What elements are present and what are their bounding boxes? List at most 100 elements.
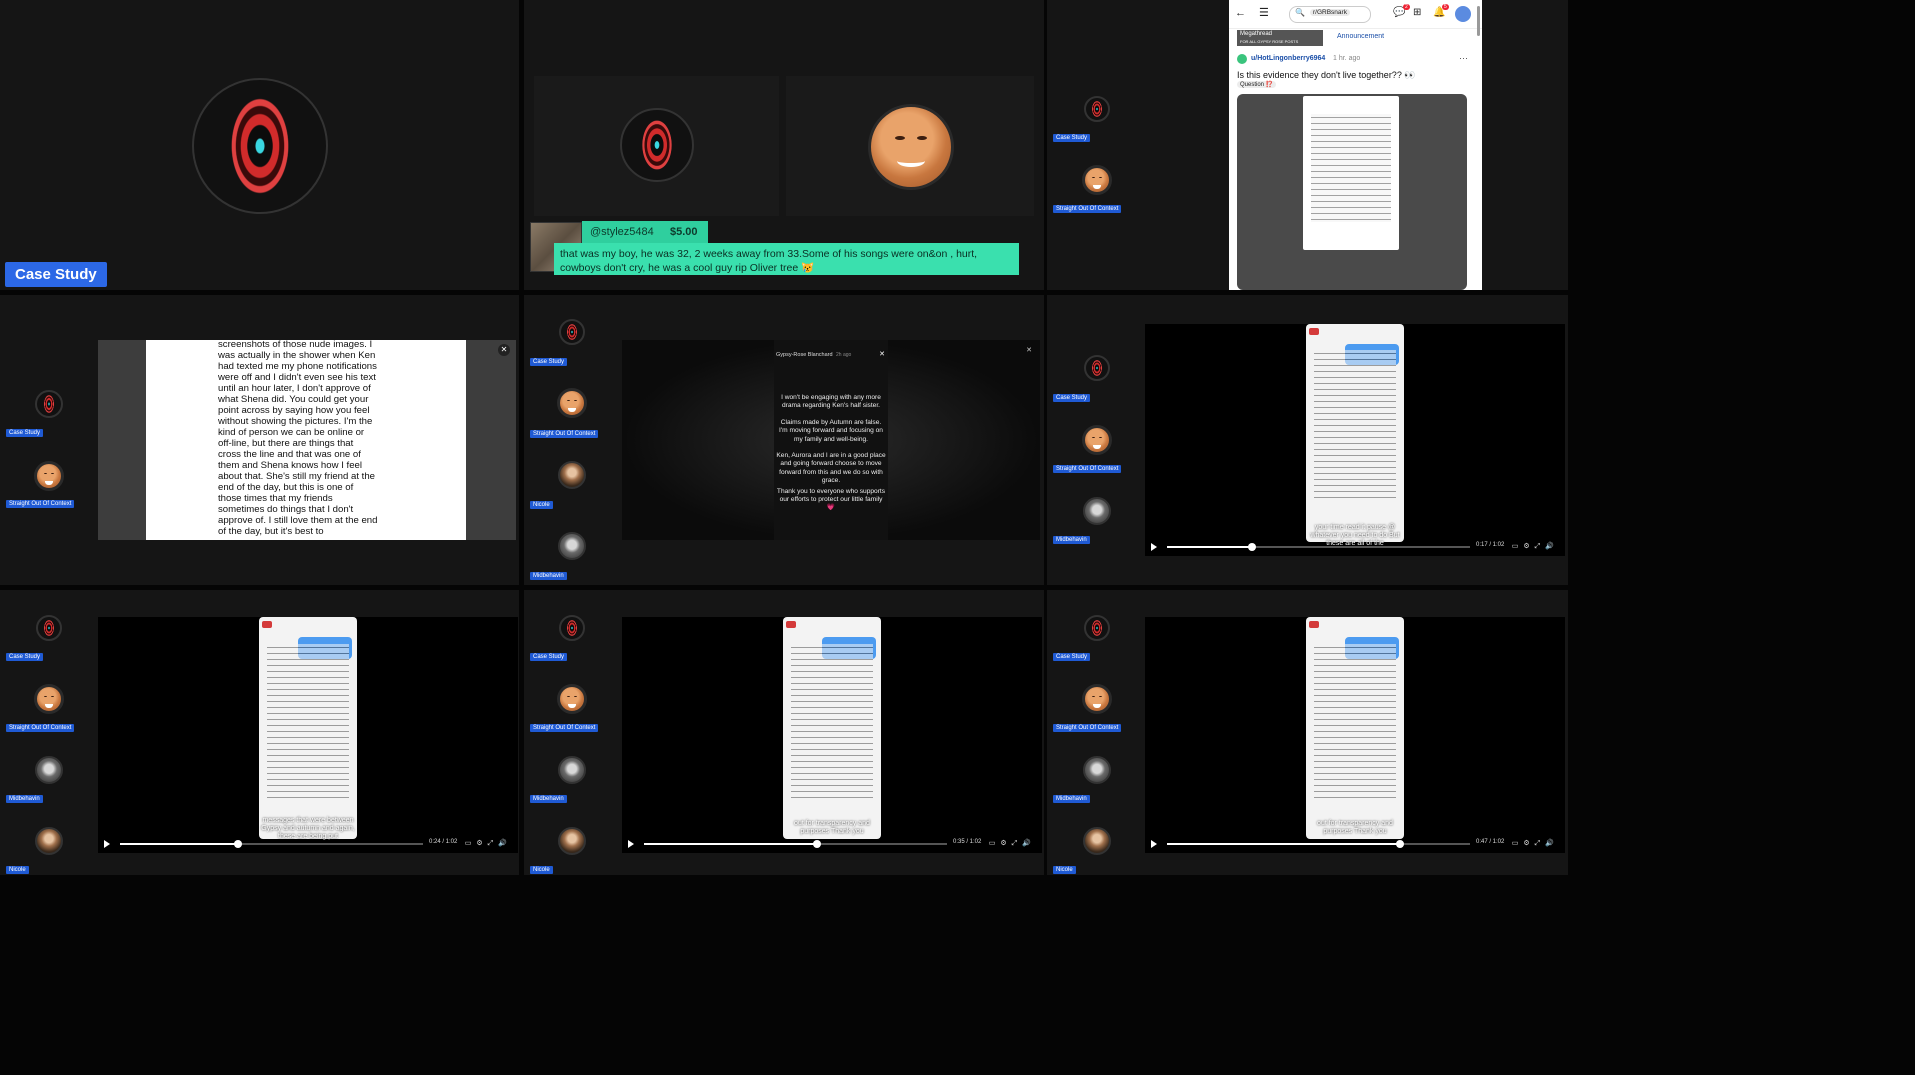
tile-video-1: Case Study Straight Out Of Context Midbe… [1047,295,1568,585]
rail-tag-straight: Straight Out Of Context [6,500,75,508]
case-study-name-tag: Case Study [5,262,107,287]
phone-screenshot [1306,324,1404,542]
rail-nicole-avatar [558,827,586,855]
video-controls: 0:47 / 1:02 ▭⚙⤢🔊 [1145,835,1565,853]
player-icons[interactable]: ▭⚙⤢🔊 [1512,839,1559,848]
profile-avatar[interactable] [1455,6,1471,22]
seek-bar[interactable] [1167,543,1470,551]
hyp-tile[interactable] [534,76,779,216]
rail-cookie-avatar [557,388,587,418]
player-icons[interactable]: ▭⚙⤢🔊 [465,839,512,848]
rail-cookie-avatar [34,684,64,714]
search-input[interactable]: 🔍 r/GRBsnark [1289,6,1371,23]
rail-tag-nicole: Nicole [1053,866,1076,874]
superchat-user: @stylez5484 [590,226,654,238]
rail-tag-straight: Straight Out Of Context [530,430,599,438]
story-user: Gypsy-Rose Blanchard [776,352,833,358]
play-button[interactable] [104,840,110,848]
seek-progress [644,843,817,845]
tile-story: Case Study Straight Out Of Context Nicol… [524,295,1044,585]
rail-tag-straight: Straight Out Of Context [1053,724,1122,732]
seek-bar[interactable] [644,840,947,848]
video-controls: 0:35 / 1:02 ▭⚙⤢🔊 [622,835,1042,853]
rail-tag-midbehavin: Midbehavin [530,795,567,803]
rail-tag-midbehavin: Midbehavin [530,572,567,580]
rail-tag-midbehavin: Midbehavin [6,795,43,803]
story-viewer[interactable]: Gypsy-Rose Blanchard 2h ago ✕ I won't be… [622,340,1040,540]
story-text: I won't be engaging with any more drama … [776,394,886,513]
rail-tag-nicole: Nicole [530,866,553,874]
play-button[interactable] [1151,840,1157,848]
post-image[interactable] [1237,94,1467,290]
player-icons[interactable]: ▭⚙⤢🔊 [1512,542,1559,551]
rail-hyp-avatar [559,319,585,345]
video-player-2[interactable]: messages that were between Gypsy and aut… [98,617,518,853]
phone-screenshot [1303,96,1399,250]
cookie-tile[interactable] [786,76,1034,216]
reddit-topbar: ← ☰ 🔍 r/GRBsnark 💬 2 ⊞ 🔔 5 [1229,0,1482,29]
viewer-close-icon[interactable]: ✕ [1026,346,1032,354]
post-age: 1 hr. ago [1333,55,1361,62]
rail-midbehavin-avatar [1083,756,1111,784]
rail-midbehavin-avatar [558,756,586,784]
seek-bar[interactable] [120,840,423,848]
rail-cookie-avatar [1082,684,1112,714]
rail-tag-midbehavin: Midbehavin [1053,795,1090,803]
megathread-pin[interactable]: Megathread FOR ALL GYPSY ROSE POSTS [1237,30,1323,46]
seek-progress [1167,843,1401,845]
rail-tag-case-study: Case Study [1053,134,1091,142]
doc-page: into his personal life. The full screens… [146,340,466,540]
rail-tag-case-study: Case Study [6,653,44,661]
doc-text: into his personal life. The full screens… [218,340,378,537]
play-button[interactable] [1151,543,1157,551]
seek-handle[interactable] [812,840,821,848]
video-caption: out for transparency and purposes Thank … [1317,820,1393,835]
video-player-4[interactable]: out for transparency and purposes Thank … [1145,617,1565,853]
story-p2: Claims made by Autumn are false. I'm mov… [779,418,883,443]
megathread-sub: FOR ALL GYPSY ROSE POSTS [1240,39,1299,44]
seek-handle[interactable] [1247,543,1256,551]
subreddit-chip[interactable]: r/GRBsnark [1310,9,1350,16]
back-icon[interactable]: ← [1235,7,1246,19]
seek-handle[interactable] [234,840,243,848]
close-icon[interactable]: ✕ [498,344,510,356]
play-button[interactable] [628,840,634,848]
video-controls: 0:17 / 1:02 ▭⚙⤢🔊 [1145,538,1565,556]
tile-video-3: Case Study Straight Out Of Context Midbe… [524,590,1044,875]
rail-cookie-avatar [1082,425,1112,455]
phone-screenshot [259,617,357,839]
seek-handle[interactable] [1396,840,1405,848]
video-time: 0:24 / 1:02 [429,839,458,845]
rail-tag-case-study: Case Study [1053,394,1091,402]
story-close-icon[interactable]: ✕ [879,350,885,358]
rail-midbehavin-avatar [558,532,586,560]
more-options-icon[interactable]: ⋯ [1459,53,1468,64]
seek-progress [1167,546,1252,548]
story-heart: 💗 [826,504,836,512]
rail-tag-case-study: Case Study [530,358,568,366]
poster-name[interactable]: u/HotLingonberry6964 [1251,55,1325,62]
story-p1: I won't be engaging with any more drama … [781,394,881,410]
megathread-label: Megathread [1240,31,1273,37]
video-player-3[interactable]: out for transparency and purposes Thank … [622,617,1042,853]
rail-cookie-avatar [34,461,64,491]
menu-icon[interactable]: ☰ [1259,6,1269,19]
phone-screenshot [1306,617,1404,839]
player-icons[interactable]: ▭⚙⤢🔊 [989,839,1036,848]
rail-tag-case-study: Case Study [530,653,568,661]
superchat-amount: $5.00 [670,226,698,238]
superchat-message: that was my boy, he was 32, 2 weeks away… [554,243,1019,275]
seek-bar[interactable] [1167,840,1470,848]
scrollbar[interactable] [1477,6,1480,36]
participant-tile-case-study[interactable]: Case Study [0,0,519,290]
doc-viewer[interactable]: into his personal life. The full screens… [98,340,516,540]
notifications-badge: 5 [1442,4,1449,10]
rail-tag-straight: Straight Out Of Context [1053,465,1122,473]
video-player-1[interactable]: your time read it pause @ whatever you n… [1145,324,1565,556]
story-panel: Gypsy-Rose Blanchard 2h ago ✕ I won't be… [774,340,888,540]
rail-midbehavin-avatar [35,756,63,784]
rail-nicole-avatar [1083,827,1111,855]
post-title[interactable]: Is this evidence they don't live togethe… [1237,70,1416,81]
announcement-pin[interactable]: Announcement [1337,33,1384,40]
create-post-icon[interactable]: ⊞ [1413,7,1421,18]
